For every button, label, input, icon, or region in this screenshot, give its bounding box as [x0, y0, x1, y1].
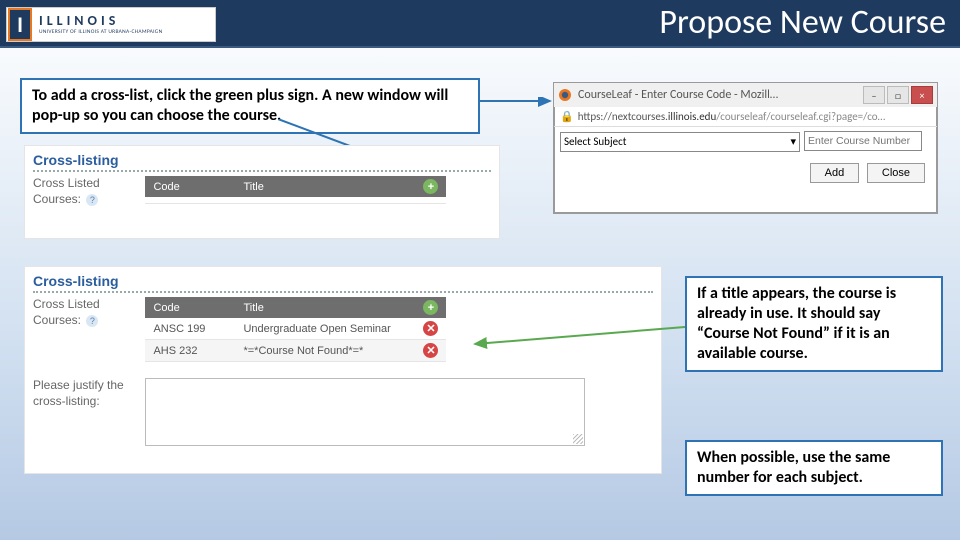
callout-same-number: When possible, use the same number for e… [685, 440, 943, 496]
close-button[interactable]: Close [867, 163, 925, 183]
url-path: /courseleaf/courseleaf.cgi?page=/co… [716, 110, 885, 123]
crosslist-table: Code Title + ANSC 199 Undergraduate Open… [145, 297, 446, 362]
cell-title: Undergraduate Open Seminar [235, 318, 415, 340]
course-code-popup: CourseLeaf - Enter Course Code - Mozill…… [553, 82, 938, 214]
help-icon[interactable]: ? [86, 315, 98, 327]
chevron-down-icon: ▾ [790, 135, 796, 148]
header-bar: I ILLINOIS UNIVERSITY OF ILLINOIS AT URB… [0, 0, 960, 46]
add-button[interactable]: Add [810, 163, 860, 183]
add-row-icon[interactable]: + [423, 300, 438, 315]
popup-title: CourseLeaf - Enter Course Code - Mozill… [578, 88, 861, 102]
cell-title-notfound: *=*Course Not Found*=* [235, 340, 415, 362]
col-title: Title [235, 176, 415, 197]
close-window-button[interactable]: × [911, 86, 933, 104]
callout-add-crosslist: To add a cross-list, click the green plu… [20, 78, 480, 134]
block-i-icon: I [8, 8, 32, 41]
add-row-icon[interactable]: + [423, 179, 438, 194]
section-heading: Cross-listing [33, 273, 653, 293]
maximize-button[interactable]: □ [887, 86, 909, 104]
crosslist-table-empty: Code Title + [145, 176, 446, 204]
col-code: Code [145, 297, 235, 318]
crosslisted-label: Cross Listed Courses: ? [33, 176, 141, 207]
minimize-button[interactable]: – [863, 86, 885, 104]
justify-label: Please justify the cross-listing: [33, 378, 141, 409]
logo-wordmark: ILLINOIS [39, 14, 162, 28]
crosslisted-label: Cross Listed Courses: ? [33, 297, 141, 328]
callout-title-appears: If a title appears, the course is alread… [685, 276, 943, 372]
col-title: Title [235, 297, 415, 318]
table-row[interactable]: ANSC 199 Undergraduate Open Seminar ✕ [145, 318, 446, 340]
lock-icon: 🔒 [560, 110, 574, 123]
subject-select[interactable]: Select Subject ▾ [560, 132, 800, 152]
crosslisting-panel-filled: Cross-listing Cross Listed Courses: ? Co… [24, 266, 662, 474]
justify-textarea[interactable] [145, 378, 585, 446]
course-number-input[interactable] [804, 131, 922, 151]
arrow-to-popup [480, 97, 560, 107]
help-icon[interactable]: ? [86, 194, 98, 206]
illinois-logo: I ILLINOIS UNIVERSITY OF ILLINOIS AT URB… [6, 7, 216, 42]
page-title: Propose New Course [659, 0, 946, 46]
crosslisting-panel-empty: Cross-listing Cross Listed Courses: ? Co… [24, 145, 500, 239]
url-host: illinois.edu [668, 110, 716, 123]
col-code: Code [145, 176, 235, 197]
callout-text: If a title appears, the course is alread… [697, 284, 896, 363]
resize-grip-icon[interactable] [573, 434, 583, 444]
address-bar[interactable]: 🔒 https://nextcourses.illinois.edu/cours… [554, 107, 937, 127]
subject-select-label: Select Subject [564, 135, 626, 148]
firefox-icon [558, 88, 572, 102]
callout-text: When possible, use the same number for e… [697, 448, 890, 487]
url-protocol: https://nextcourses. [578, 110, 668, 123]
logo-subtext: UNIVERSITY OF ILLINOIS AT URBANA-CHAMPAI… [39, 30, 162, 36]
section-heading: Cross-listing [33, 152, 491, 172]
popup-titlebar: CourseLeaf - Enter Course Code - Mozill…… [554, 83, 937, 107]
cell-code: AHS 232 [145, 340, 235, 362]
delete-row-icon[interactable]: ✕ [423, 321, 438, 336]
header-underline [0, 46, 960, 48]
table-row[interactable]: AHS 232 *=*Course Not Found*=* ✕ [145, 340, 446, 362]
delete-row-icon[interactable]: ✕ [423, 343, 438, 358]
cell-code: ANSC 199 [145, 318, 235, 340]
callout-text: To add a cross-list, click the green plu… [32, 86, 448, 125]
